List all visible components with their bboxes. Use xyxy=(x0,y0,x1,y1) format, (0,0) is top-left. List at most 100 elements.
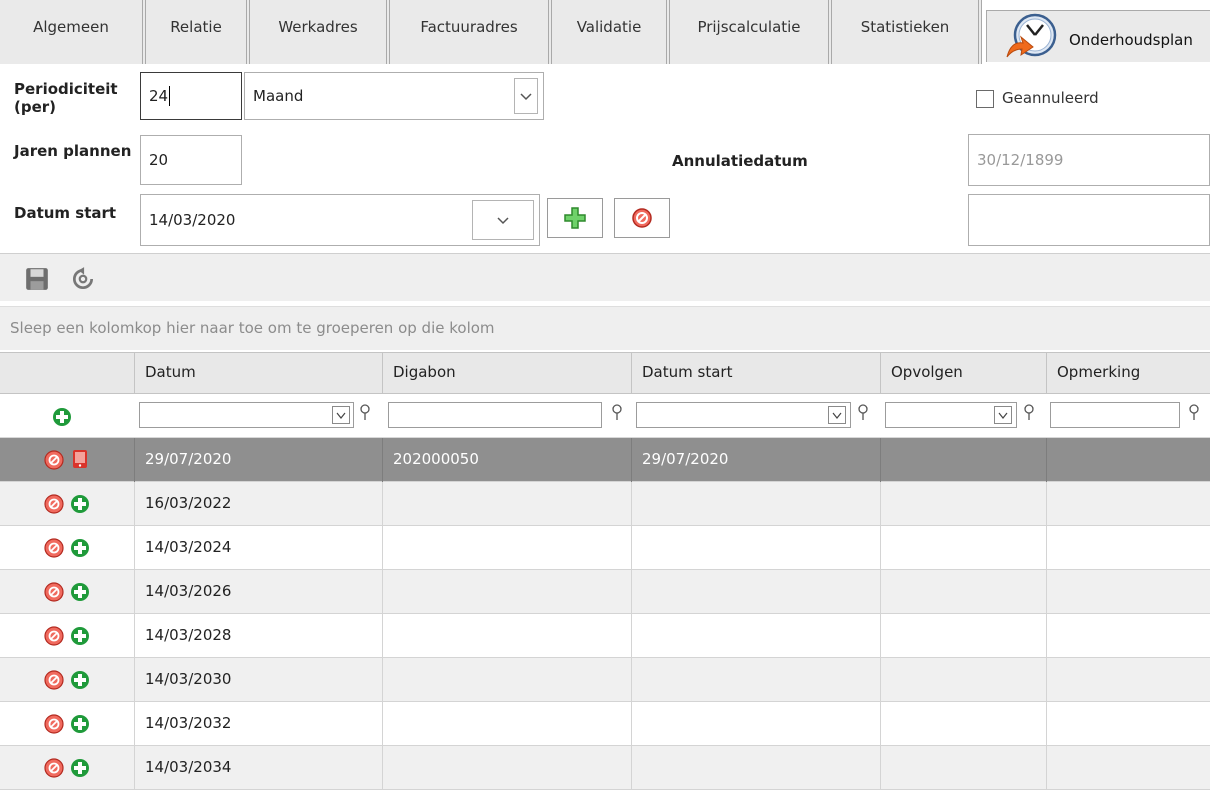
cell-datum-start[interactable] xyxy=(632,658,881,702)
cell-opmerking[interactable] xyxy=(1047,438,1210,482)
delete-icon[interactable] xyxy=(44,758,64,778)
cell-opmerking[interactable] xyxy=(1047,482,1210,526)
tab-onderhoudsplan[interactable]: Onderhoudsplan xyxy=(986,10,1210,62)
cell-datum[interactable]: 14/03/2024 xyxy=(135,526,383,570)
table-row[interactable]: 29/07/2020 202000050 29/07/2020 xyxy=(0,438,1210,482)
cell-digabon[interactable] xyxy=(383,702,632,746)
cell-digabon[interactable]: 202000050 xyxy=(383,438,632,482)
datum-start-dropdown-button[interactable] xyxy=(472,200,534,240)
cell-datum-start[interactable]: 29/07/2020 xyxy=(632,438,881,482)
cell-opvolgen[interactable] xyxy=(881,614,1047,658)
add-icon[interactable] xyxy=(70,758,90,778)
filter-datum-input[interactable] xyxy=(139,402,354,428)
periodiciteit-input[interactable]: 24 xyxy=(140,72,242,120)
add-icon[interactable] xyxy=(70,670,90,690)
filter-digabon-input[interactable] xyxy=(388,402,602,428)
periodiciteit-unit-dropdown-button[interactable] xyxy=(514,78,538,114)
column-header-opvolgen[interactable]: Opvolgen xyxy=(881,353,1047,394)
cell-datum[interactable]: 14/03/2034 xyxy=(135,746,383,790)
delete-icon[interactable] xyxy=(44,538,64,558)
cell-opvolgen[interactable] xyxy=(881,482,1047,526)
add-icon[interactable] xyxy=(70,494,90,514)
delete-icon[interactable] xyxy=(44,626,64,646)
delete-icon[interactable] xyxy=(44,494,64,514)
cell-digabon[interactable] xyxy=(383,570,632,614)
delete-icon[interactable] xyxy=(44,582,64,602)
table-row[interactable]: 16/03/2022 xyxy=(0,482,1210,526)
filter-pin-icon[interactable] xyxy=(857,404,869,422)
cell-datum[interactable]: 29/07/2020 xyxy=(135,438,383,482)
cell-opvolgen[interactable] xyxy=(881,702,1047,746)
cell-opvolgen[interactable] xyxy=(881,570,1047,614)
filter-opvolgen-dropdown[interactable] xyxy=(994,406,1012,424)
cell-opmerking[interactable] xyxy=(1047,746,1210,790)
cell-opvolgen[interactable] xyxy=(881,526,1047,570)
cell-opvolgen[interactable] xyxy=(881,746,1047,790)
tab-statistieken[interactable]: Statistieken xyxy=(832,0,982,64)
cell-datum[interactable]: 14/03/2026 xyxy=(135,570,383,614)
tab-validatie[interactable]: Validatie xyxy=(552,0,670,64)
cell-datum-start[interactable] xyxy=(632,526,881,570)
cell-digabon[interactable] xyxy=(383,614,632,658)
cell-datum-start[interactable] xyxy=(632,746,881,790)
tab-prijscalculatie[interactable]: Prijscalculatie xyxy=(670,0,832,64)
table-row[interactable]: 14/03/2034 xyxy=(0,746,1210,790)
cell-datum-start[interactable] xyxy=(632,570,881,614)
cell-opmerking[interactable] xyxy=(1047,614,1210,658)
table-row[interactable]: 14/03/2028 xyxy=(0,614,1210,658)
tab-relatie[interactable]: Relatie xyxy=(146,0,250,64)
table-row[interactable]: 14/03/2030 xyxy=(0,658,1210,702)
cell-datum[interactable]: 14/03/2028 xyxy=(135,614,383,658)
annulatiedatum-input[interactable]: 30/12/1899 xyxy=(968,134,1210,186)
extra-field-input[interactable] xyxy=(968,194,1210,246)
filter-datum-dropdown[interactable] xyxy=(332,406,350,424)
table-row[interactable]: 14/03/2026 xyxy=(0,570,1210,614)
jaren-plannen-input[interactable]: 20 xyxy=(140,135,242,185)
filter-opmerking-input[interactable] xyxy=(1050,402,1180,428)
cell-digabon[interactable] xyxy=(383,746,632,790)
delete-icon[interactable] xyxy=(44,450,64,470)
add-icon[interactable] xyxy=(70,538,90,558)
cell-opmerking[interactable] xyxy=(1047,658,1210,702)
add-icon[interactable] xyxy=(70,626,90,646)
periodiciteit-unit-select[interactable]: Maand xyxy=(244,72,544,120)
device-icon[interactable] xyxy=(70,449,90,469)
column-header-opmerking[interactable]: Opmerking xyxy=(1047,353,1210,394)
add-icon[interactable] xyxy=(70,714,90,734)
table-row[interactable]: 14/03/2024 xyxy=(0,526,1210,570)
column-header-datum-start[interactable]: Datum start xyxy=(632,353,881,394)
cell-datum-start[interactable] xyxy=(632,482,881,526)
filter-pin-icon[interactable] xyxy=(1188,404,1200,422)
geannuleerd-checkbox[interactable] xyxy=(976,90,994,108)
cell-digabon[interactable] xyxy=(383,658,632,702)
filter-pin-icon[interactable] xyxy=(611,404,623,422)
column-header-digabon[interactable]: Digabon xyxy=(383,353,632,394)
table-row[interactable]: 14/03/2032 xyxy=(0,702,1210,746)
tab-werkadres[interactable]: Werkadres xyxy=(250,0,390,64)
add-row-icon[interactable] xyxy=(52,407,72,427)
delete-icon[interactable] xyxy=(44,670,64,690)
column-header-datum[interactable]: Datum xyxy=(135,353,383,394)
add-button[interactable] xyxy=(547,198,603,238)
cell-datum[interactable]: 14/03/2032 xyxy=(135,702,383,746)
cell-opvolgen[interactable] xyxy=(881,658,1047,702)
cell-datum[interactable]: 16/03/2022 xyxy=(135,482,383,526)
cell-opmerking[interactable] xyxy=(1047,702,1210,746)
save-icon[interactable] xyxy=(24,266,50,292)
cell-digabon[interactable] xyxy=(383,482,632,526)
filter-pin-icon[interactable] xyxy=(359,404,371,422)
cell-digabon[interactable] xyxy=(383,526,632,570)
filter-datum-start-input[interactable] xyxy=(636,402,851,428)
cell-opvolgen[interactable] xyxy=(881,438,1047,482)
cell-opmerking[interactable] xyxy=(1047,526,1210,570)
filter-pin-icon[interactable] xyxy=(1023,404,1035,422)
tab-algemeen[interactable]: Algemeen xyxy=(0,0,146,64)
cancel-button[interactable] xyxy=(614,198,670,238)
cell-datum-start[interactable] xyxy=(632,702,881,746)
filter-datum-start-dropdown[interactable] xyxy=(828,406,846,424)
cell-datum[interactable]: 14/03/2030 xyxy=(135,658,383,702)
delete-icon[interactable] xyxy=(44,714,64,734)
cell-opmerking[interactable] xyxy=(1047,570,1210,614)
refresh-icon[interactable] xyxy=(70,266,96,292)
tab-factuuradres[interactable]: Factuuradres xyxy=(390,0,552,64)
